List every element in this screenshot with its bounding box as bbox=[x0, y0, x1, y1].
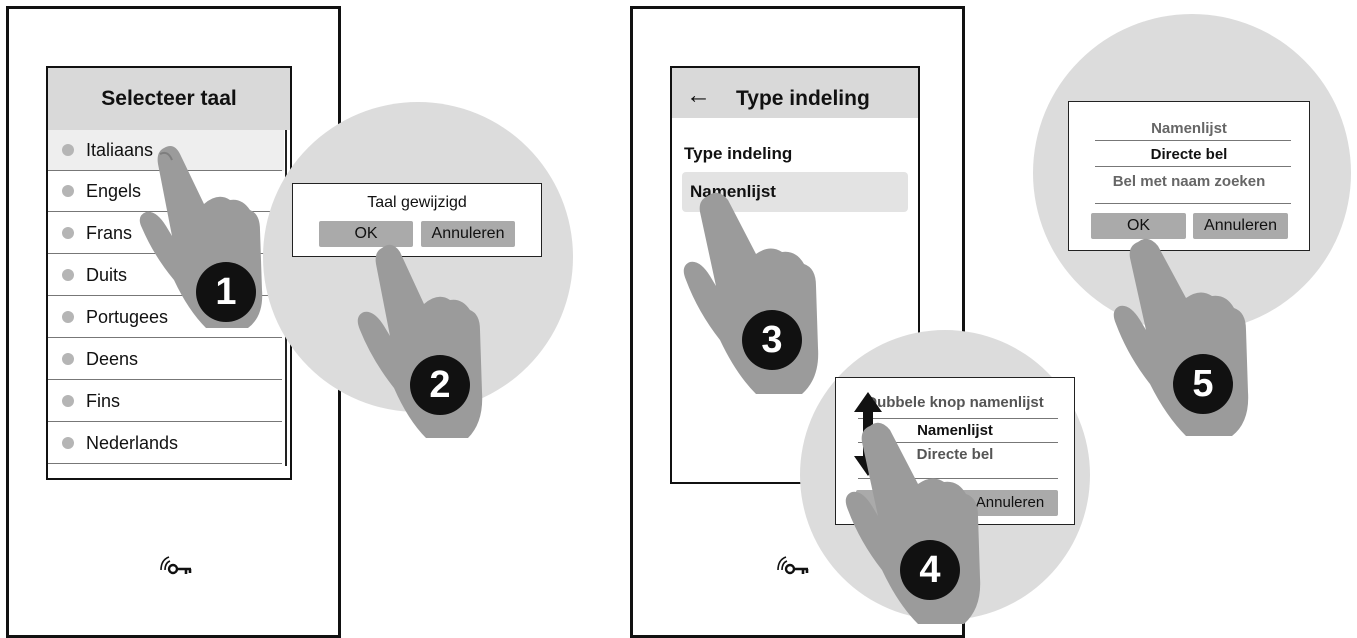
step-number-1: 1 bbox=[196, 262, 256, 322]
language-label: Deens bbox=[86, 349, 139, 369]
divider bbox=[1095, 166, 1291, 167]
option-namenlijst[interactable]: Namenlijst bbox=[1069, 120, 1309, 137]
language-item-nederlands[interactable]: Nederlands bbox=[48, 423, 282, 464]
divider bbox=[1095, 140, 1291, 141]
page-title: Selecteer taal bbox=[101, 87, 237, 110]
step-number-5: 5 bbox=[1173, 354, 1233, 414]
language-item-fins[interactable]: Fins bbox=[48, 381, 282, 422]
layout-type-dialog: Namenlijst Directe bel Bel met naam zoek… bbox=[1068, 101, 1310, 251]
back-arrow-icon[interactable]: ← bbox=[686, 81, 711, 110]
radio-icon bbox=[62, 185, 74, 197]
radio-icon bbox=[62, 353, 74, 365]
radio-icon bbox=[62, 437, 74, 449]
radio-icon bbox=[62, 269, 74, 281]
radio-icon bbox=[62, 144, 74, 156]
language-item-deens[interactable]: Deens bbox=[48, 339, 282, 380]
pointing-hand-icon bbox=[1113, 238, 1249, 436]
radio-icon bbox=[62, 311, 74, 323]
wireless-key-icon bbox=[160, 556, 192, 575]
wireless-key-icon bbox=[777, 556, 809, 575]
step-number-4: 4 bbox=[900, 540, 960, 600]
option-directe-bel[interactable]: Directe bel bbox=[1069, 146, 1309, 163]
pointing-hand-icon bbox=[683, 192, 819, 394]
language-label: Fins bbox=[86, 391, 121, 411]
option-bel-met-naam-zoeken[interactable]: Bel met naam zoeken bbox=[1069, 173, 1309, 190]
language-label: Frans bbox=[86, 223, 133, 243]
step-number-2: 2 bbox=[410, 355, 470, 415]
dialog-message: Taal gewijzigd bbox=[367, 194, 467, 211]
step-number-3: 3 bbox=[742, 310, 802, 370]
radio-icon bbox=[62, 395, 74, 407]
radio-icon bbox=[62, 227, 74, 239]
page-title: Type indeling bbox=[736, 87, 870, 110]
language-screen-header: Selecteer taal bbox=[48, 68, 290, 130]
divider bbox=[1095, 203, 1291, 204]
layout-screen-header: ← Type indeling bbox=[672, 68, 918, 118]
language-label: Duits bbox=[86, 265, 128, 285]
setting-label: Type indeling bbox=[684, 144, 793, 163]
language-label: Nederlands bbox=[86, 433, 179, 453]
pointing-hand-icon bbox=[357, 244, 483, 438]
